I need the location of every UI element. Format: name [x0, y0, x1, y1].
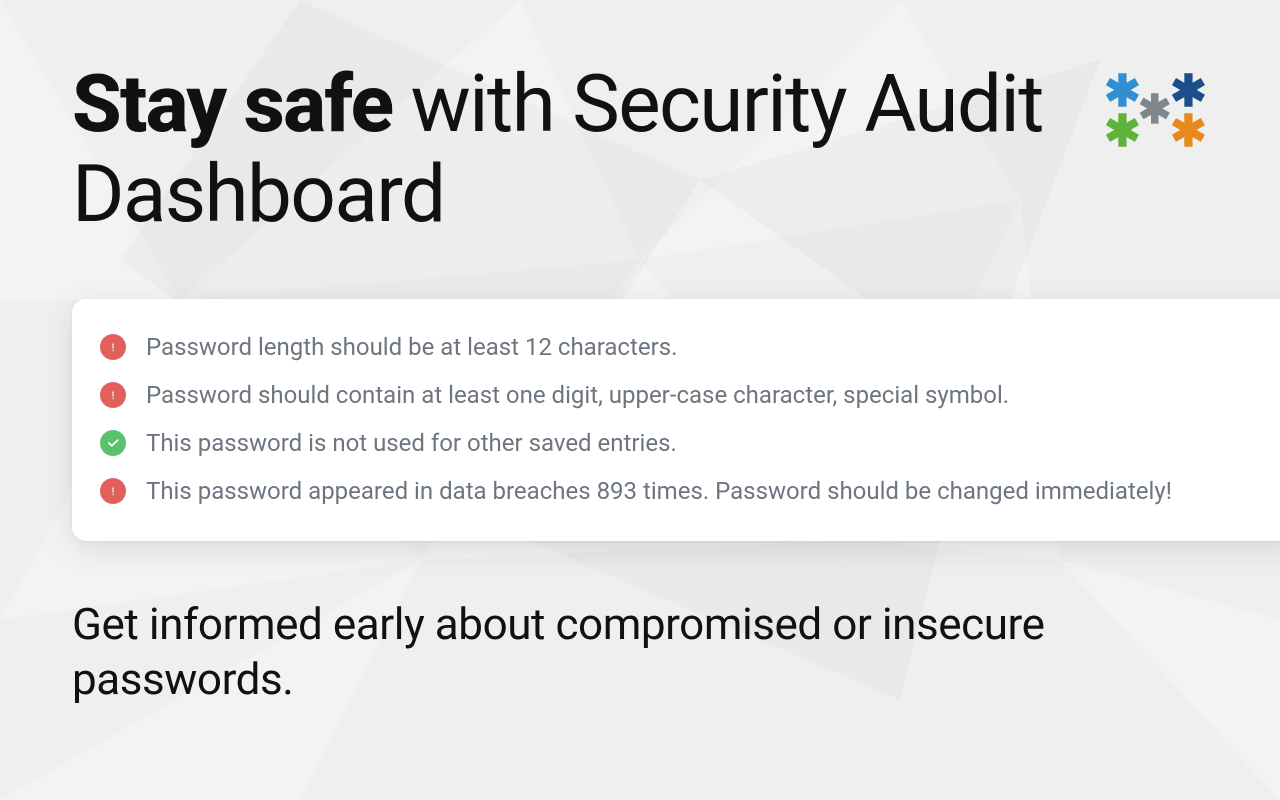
alert-icon — [100, 334, 126, 360]
rule-item: Password length should be at least 12 ch… — [100, 323, 1274, 371]
rule-text: This password appeared in data breaches … — [146, 477, 1172, 505]
asterisk-icon: ✱ — [1104, 110, 1141, 154]
alert-icon — [100, 478, 126, 504]
page-title: Stay safe with Security Audit Dashboard — [72, 60, 1058, 239]
app-logo: ✱ ✱ ✱ ✱ ✱ — [1098, 70, 1218, 170]
asterisk-icon: ✱ — [1170, 110, 1207, 154]
alert-icon — [100, 382, 126, 408]
page-subtitle: Get informed early about compromised or … — [72, 597, 1152, 707]
rule-text: Password length should be at least 12 ch… — [146, 333, 677, 361]
rule-item: Password should contain at least one dig… — [100, 371, 1274, 419]
security-audit-card: Password length should be at least 12 ch… — [72, 299, 1280, 541]
asterisk-icon: ✱ — [1138, 90, 1172, 130]
rule-item: This password appeared in data breaches … — [100, 467, 1274, 515]
check-icon — [100, 430, 126, 456]
rule-text: This password is not used for other save… — [146, 429, 677, 457]
rule-text: Password should contain at least one dig… — [146, 381, 1009, 409]
rule-item: This password is not used for other save… — [100, 419, 1274, 467]
page-title-bold: Stay safe — [72, 57, 392, 151]
